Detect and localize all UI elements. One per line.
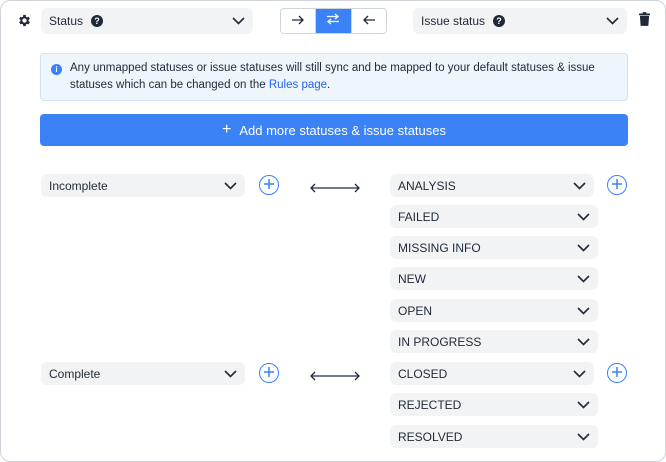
info-icon: i <box>51 63 62 75</box>
chevron-down-icon <box>576 272 590 286</box>
chevron-down-icon <box>576 241 590 255</box>
right-status-label: IN PROGRESS <box>398 334 482 349</box>
plus-icon <box>264 364 274 382</box>
chevron-down-icon <box>231 14 245 28</box>
right-status-select[interactable]: MISSING INFO <box>390 236 598 259</box>
add-left-status-button[interactable] <box>259 363 279 383</box>
right-status-label: CLOSED <box>398 366 448 381</box>
add-more-statuses-label: Add more statuses & issue statuses <box>239 122 446 138</box>
help-icon[interactable]: ? <box>91 15 104 27</box>
info-banner: i Any unmapped statuses or issue statuse… <box>40 53 628 101</box>
bidirectional-arrow-icon <box>309 180 361 193</box>
right-status-select[interactable]: FAILED <box>390 205 598 228</box>
plus-icon <box>264 176 274 194</box>
arrow-right-icon <box>291 12 305 30</box>
info-text-main: Any unmapped statuses or issue statuses … <box>70 62 595 91</box>
right-status-label: FAILED <box>398 209 440 224</box>
left-status-select[interactable]: Incomplete <box>41 174 245 197</box>
trash-icon[interactable] <box>639 12 651 28</box>
left-status-select[interactable]: Complete <box>41 362 245 385</box>
left-field-select[interactable]: Status ? <box>41 8 253 34</box>
chevron-down-icon <box>572 367 586 381</box>
plus-icon <box>612 176 622 194</box>
add-right-status-button[interactable] <box>607 363 627 383</box>
arrow-left-icon <box>362 12 376 30</box>
info-text-end: . <box>327 79 331 91</box>
right-status-label: NEW <box>398 271 426 286</box>
right-status-select[interactable]: CLOSED <box>390 362 594 385</box>
rules-page-link[interactable]: Rules page <box>269 79 327 91</box>
right-status-label: RESOLVED <box>398 429 463 444</box>
add-right-status-button[interactable] <box>607 175 627 195</box>
chevron-down-icon <box>576 398 590 412</box>
right-status-select[interactable]: OPEN <box>390 299 598 322</box>
left-status-label: Incomplete <box>49 178 108 193</box>
right-status-select[interactable]: RESOLVED <box>390 425 598 448</box>
direction-both-button[interactable] <box>315 9 351 33</box>
right-status-label: ANALYSIS <box>398 178 456 193</box>
right-field-select[interactable]: Issue status ? <box>413 8 627 34</box>
sync-direction-toggle <box>280 8 387 34</box>
left-status-label: Complete <box>49 366 101 381</box>
help-icon[interactable]: ? <box>493 15 506 27</box>
left-field-label: Status <box>49 14 84 28</box>
right-status-label: OPEN <box>398 303 433 318</box>
right-status-label: REJECTED <box>398 397 462 412</box>
chevron-down-icon <box>223 179 237 193</box>
info-text: Any unmapped statuses or issue statuses … <box>70 60 617 94</box>
direction-right-to-left-button[interactable] <box>350 9 386 33</box>
right-status-select[interactable]: REJECTED <box>390 393 598 416</box>
chevron-down-icon <box>576 430 590 444</box>
add-left-status-button[interactable] <box>259 175 279 195</box>
chevron-down-icon <box>572 179 586 193</box>
sync-mapping-panel: Status ? Issue status ? i Any unmapped s… <box>0 0 666 462</box>
plus-icon <box>612 364 622 382</box>
direction-left-to-right-button[interactable] <box>281 9 316 33</box>
right-status-select[interactable]: NEW <box>390 267 598 290</box>
plus-icon: + <box>222 121 232 138</box>
chevron-down-icon <box>576 304 590 318</box>
chevron-down-icon <box>223 367 237 381</box>
add-more-statuses-button[interactable]: + Add more statuses & issue statuses <box>40 114 628 146</box>
chevron-down-icon <box>605 14 619 28</box>
right-field-label: Issue status <box>421 14 486 28</box>
right-status-select[interactable]: ANALYSIS <box>390 174 594 197</box>
bidirectional-arrow-icon <box>309 368 361 381</box>
right-status-label: MISSING INFO <box>398 240 481 255</box>
arrows-swap-icon <box>326 12 340 30</box>
chevron-down-icon <box>576 210 590 224</box>
right-status-select[interactable]: IN PROGRESS <box>390 330 598 353</box>
chevron-down-icon <box>576 335 590 349</box>
gear-icon[interactable] <box>17 13 33 29</box>
